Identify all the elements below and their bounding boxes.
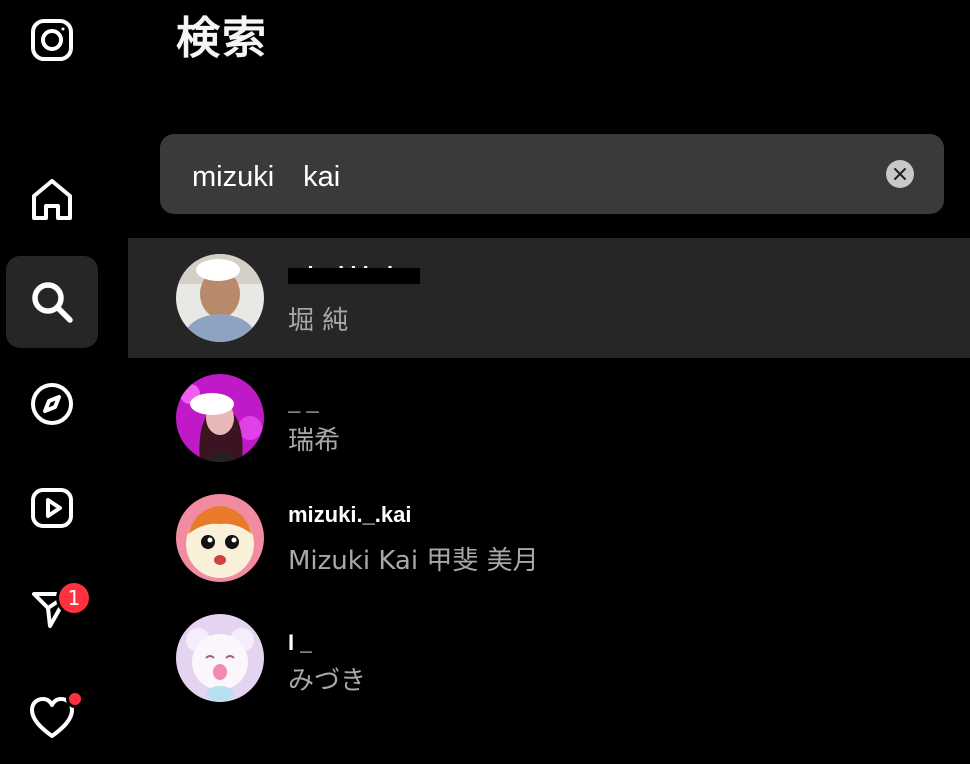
avatar <box>176 374 264 462</box>
result-fullname: 瑞希 <box>288 426 341 456</box>
notifications-heart-icon[interactable] <box>6 672 98 764</box>
list-item[interactable]: mizuki.kai 堀 純 <box>128 238 970 358</box>
result-fullname: Mizuki Kai 甲斐 美月 <box>288 546 539 576</box>
result-username: _ _ <box>288 394 319 415</box>
list-item[interactable]: mizuki._.kai Mizuki Kai 甲斐 美月 <box>128 478 970 598</box>
result-username: mizuki._.kai <box>288 506 412 527</box>
search-input[interactable]: mizuki kai <box>160 134 944 214</box>
messages-badge: 1 <box>56 580 92 616</box>
home-icon[interactable] <box>6 154 98 246</box>
close-icon <box>894 168 906 180</box>
avatar <box>176 254 264 342</box>
search-icon[interactable] <box>6 256 98 348</box>
page-title: 検索 <box>176 13 268 64</box>
result-username: I _ <box>288 634 313 655</box>
result-fullname: 堀 純 <box>288 306 349 336</box>
reels-icon[interactable] <box>6 462 98 554</box>
avatar <box>176 614 264 702</box>
clear-search-button[interactable] <box>886 160 914 188</box>
notification-dot <box>66 690 84 708</box>
explore-compass-icon[interactable] <box>6 358 98 450</box>
result-fullname: みづき <box>288 666 367 696</box>
search-results-list: mizuki.kai 堀 純 _ _ 瑞希 <box>128 238 970 718</box>
redaction-bar <box>288 268 420 284</box>
avatar <box>176 494 264 582</box>
list-item[interactable]: I _ みづき <box>128 598 970 718</box>
list-item[interactable]: _ _ 瑞希 <box>128 358 970 478</box>
sidebar: 1 <box>0 0 110 738</box>
instagram-logo-icon[interactable] <box>6 0 98 86</box>
